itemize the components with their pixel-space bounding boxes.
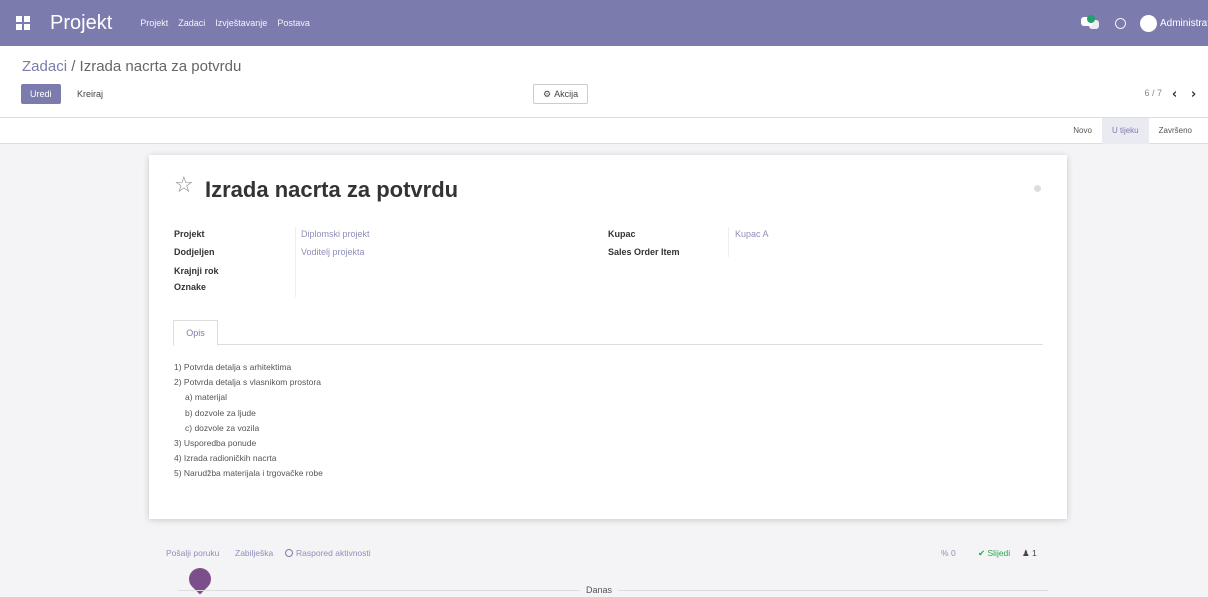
top-navbar: Projekt Projekt Zadaci Izvještavanje Pos…: [0, 0, 1208, 46]
form-sheet: ☆ Izrada nacrta za potvrdu Projekt Diplo…: [149, 155, 1067, 519]
chevron-left-icon: ‹: [1171, 86, 1178, 102]
project-value[interactable]: Diplomski projekt: [301, 229, 370, 239]
deadline-label: Krajnji rok: [174, 266, 219, 276]
attachments-count: 0: [950, 548, 956, 558]
check-icon: ✔: [978, 548, 986, 558]
status-bar: Novo U tijeku Završeno: [0, 118, 1208, 144]
column-divider: [295, 227, 296, 297]
pager-next-button[interactable]: ›: [1185, 84, 1202, 104]
pager-previous-button[interactable]: ‹: [1166, 84, 1183, 104]
top-menu: Projekt Zadaci Izvještavanje Postava: [140, 18, 310, 28]
user-icon: ♟: [1022, 548, 1030, 558]
stage-novo[interactable]: Novo: [1063, 118, 1102, 144]
task-title: Izrada nacrta za potvrdu: [205, 177, 459, 202]
project-label: Projekt: [174, 229, 205, 239]
description-line: b) dozvole za ljude: [185, 407, 256, 418]
followers-button[interactable]: ♟ 1: [1022, 548, 1037, 559]
gear-icon: ⚙: [543, 88, 552, 99]
follow-label: Slijedi: [987, 548, 1011, 558]
menu-projekt[interactable]: Projekt: [140, 18, 168, 28]
assigned-label: Dodjeljen: [174, 247, 215, 257]
activity-clock-icon[interactable]: [1115, 17, 1126, 29]
action-label: Akcija: [554, 89, 579, 99]
sale-item-label: Sales Order Item: [608, 247, 680, 257]
customer-label: Kupac: [608, 229, 636, 239]
schedule-activity-label: Raspored aktivnosti: [296, 548, 371, 558]
attachments-button[interactable]: % 0: [941, 548, 956, 558]
create-button[interactable]: Kreiraj: [70, 84, 111, 104]
task-description[interactable]: 1) Potvrda detalja s arhitektima 2) Potv…: [174, 360, 323, 482]
tab-opis[interactable]: Opis: [173, 320, 218, 346]
control-panel: Zadaci / Izrada nacrta za potvrdu Uredi …: [0, 46, 1208, 118]
description-line: a) materijal: [185, 392, 228, 403]
chatter: Pošalji poruku Zabilješka Raspored aktiv…: [0, 519, 1208, 597]
description-line: 2) Potvrda detalja s vlasnikom prostora: [174, 377, 321, 388]
log-note-button[interactable]: Zabilješka: [235, 548, 273, 558]
customer-value[interactable]: Kupac A: [735, 229, 769, 239]
today-label: Danas: [580, 585, 619, 595]
clock-icon: [285, 549, 293, 557]
menu-postava[interactable]: Postava: [277, 18, 310, 28]
menu-izvjestavanje[interactable]: Izvještavanje: [215, 18, 267, 28]
app-brand[interactable]: Projekt: [50, 12, 112, 35]
breadcrumb-separator: /: [67, 58, 80, 75]
breadcrumb: Zadaci / Izrada nacrta za potvrdu: [22, 58, 241, 75]
breadcrumb-current: Izrada nacrta za potvrdu: [79, 58, 242, 75]
stage-list: Novo U tijeku Završeno: [1063, 118, 1202, 144]
description-line: 1) Potvrda detalja s arhitektima: [174, 362, 292, 372]
stage-zavrseno[interactable]: Završeno: [1149, 118, 1202, 144]
stage-u-tijeku[interactable]: U tijeku: [1101, 118, 1149, 144]
follow-button[interactable]: ✔ Slijedi: [978, 548, 1010, 559]
messaging-icon[interactable]: [1081, 14, 1099, 30]
tags-label: Oznake: [174, 282, 207, 292]
pager-value[interactable]: 6 / 7: [1144, 88, 1162, 98]
menu-zadaci[interactable]: Zadaci: [178, 18, 205, 28]
avatar[interactable]: [1140, 14, 1157, 32]
status-dot-icon[interactable]: [1034, 185, 1041, 192]
column-divider: [728, 227, 729, 257]
description-line: 4) Izrada radioničkih nacrta: [174, 453, 277, 464]
breadcrumb-parent[interactable]: Zadaci: [22, 58, 67, 75]
user-menu[interactable]: Administrator: [1160, 18, 1208, 29]
apps-menu-icon[interactable]: [16, 16, 30, 30]
assigned-value[interactable]: Voditelj projekta: [301, 247, 365, 257]
description-line: 3) Usporedba ponude: [174, 438, 257, 449]
edit-button[interactable]: Uredi: [21, 84, 61, 104]
favorite-star-icon[interactable]: ☆: [174, 175, 194, 197]
followers-count: 1: [1032, 548, 1037, 558]
paperclip-icon: %: [941, 548, 949, 558]
description-line: c) dozvole za vozila: [185, 422, 260, 433]
systray: Administrator: [1081, 0, 1208, 46]
chevron-right-icon: ›: [1190, 86, 1197, 102]
notebook-tabs: Opis: [173, 320, 1043, 346]
schedule-activity-button[interactable]: Raspored aktivnosti: [285, 548, 371, 558]
action-button[interactable]: ⚙ Akcija: [533, 84, 589, 104]
description-line: 5) Narudžba materijala i trgovačke robe: [174, 468, 323, 479]
send-message-button[interactable]: Pošalji poruku: [166, 548, 219, 558]
